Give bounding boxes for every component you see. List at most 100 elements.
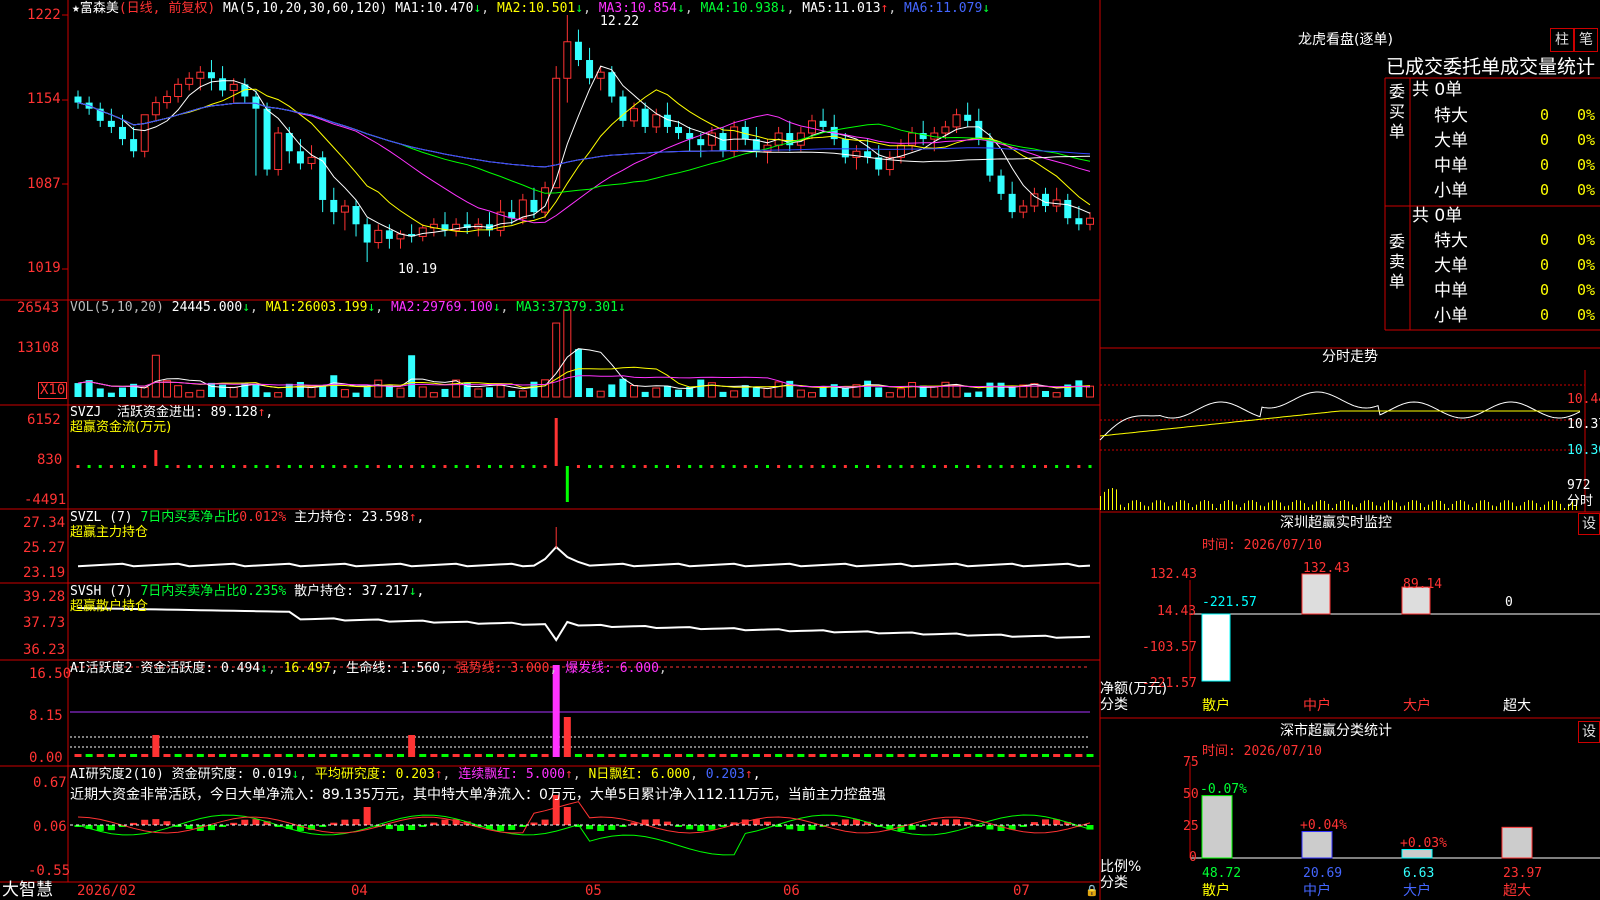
svzl-holding-label: 主力持仓: bbox=[294, 510, 354, 525]
ai1-bar bbox=[586, 754, 594, 757]
sell-row-label: 中单 bbox=[1434, 281, 1468, 301]
fenshi-volume-bar bbox=[1100, 496, 1101, 510]
stat-title: 深市超赢分类统计 bbox=[1280, 723, 1392, 739]
fenshi-volume-bar bbox=[1308, 507, 1309, 510]
ai1-bar bbox=[374, 754, 382, 757]
monitor-category: 超大 bbox=[1503, 698, 1531, 714]
sell-row-label: 大单 bbox=[1434, 256, 1468, 276]
ai2-bar bbox=[408, 825, 416, 831]
fenshi-volume-bar bbox=[1188, 503, 1189, 510]
fenshi-volume-bar bbox=[1388, 500, 1389, 510]
vol-title: VOL(5,10,20) bbox=[70, 300, 164, 315]
stat-bar bbox=[1301, 831, 1333, 859]
x-axis-label: 04 bbox=[351, 883, 368, 899]
ai2-axis-tick: 0.67 bbox=[33, 775, 67, 791]
monitor-axis-tick: -103.57 bbox=[1142, 640, 1197, 655]
svzj-bar bbox=[966, 465, 970, 468]
fenshi-volume-bar bbox=[1364, 500, 1365, 510]
svsh-title: SVSH (7) bbox=[70, 584, 133, 599]
svzj-bar bbox=[699, 465, 703, 468]
ai2-bar bbox=[385, 825, 393, 830]
buy-row-label: 特大 bbox=[1434, 106, 1468, 126]
ai1-bar bbox=[697, 754, 705, 757]
stat-change-label: +0.03% bbox=[1400, 836, 1447, 851]
vol-ma2-label: MA2: bbox=[390, 300, 423, 315]
svzj-bar bbox=[287, 465, 291, 468]
column-view-button[interactable]: 柱 bbox=[1550, 28, 1574, 52]
vol-value: 24445.000 bbox=[171, 300, 243, 315]
candle-body bbox=[252, 96, 260, 109]
ai1-strong-label: 强势线: bbox=[455, 661, 503, 676]
stat-axis-tick: 50 bbox=[1183, 787, 1199, 802]
market-chart-canvas[interactable]: -221.57 132.43 89.14 0 bbox=[0, 0, 1600, 900]
candle-body bbox=[997, 175, 1005, 194]
favorite-star-icon[interactable]: ★ bbox=[72, 1, 80, 16]
ai2-bar bbox=[786, 825, 794, 830]
stat-category: 大户 bbox=[1403, 883, 1431, 899]
fenshi-volume-bar bbox=[1452, 503, 1453, 510]
vol-unit-label[interactable]: X10 bbox=[38, 382, 68, 399]
candle-body bbox=[807, 120, 816, 134]
ai1-value: 0.494 bbox=[220, 661, 261, 676]
cycle-label[interactable]: (日线, 前复权) bbox=[119, 1, 215, 16]
fenshi-price-line bbox=[1099, 391, 1581, 441]
ma5-arrow: ↑ bbox=[880, 1, 889, 16]
volume-bar bbox=[807, 392, 816, 398]
candle-body bbox=[174, 83, 183, 98]
volume-bar bbox=[429, 392, 438, 398]
fenshi-volume-bar bbox=[1128, 503, 1129, 510]
ai1-bar bbox=[497, 754, 505, 757]
tick-view-button[interactable]: 笔 bbox=[1574, 28, 1598, 52]
fenshi-volume-bar bbox=[1176, 501, 1177, 510]
lock-icon[interactable]: 🔒 bbox=[1085, 883, 1099, 898]
svzj-bar bbox=[588, 465, 592, 468]
volume-bar bbox=[474, 388, 483, 398]
volume-bar bbox=[363, 386, 371, 397]
ai1-bar bbox=[319, 754, 327, 757]
fenshi-volume-bar bbox=[1380, 506, 1381, 510]
fenshi-volume-bar bbox=[1492, 505, 1493, 510]
fenshi-volume-bar bbox=[1404, 505, 1405, 510]
ai2-bar bbox=[686, 825, 694, 830]
fenshi-volume-bar bbox=[1204, 500, 1205, 510]
ai2-bar bbox=[986, 825, 994, 830]
fenshi-volume-bar bbox=[1140, 501, 1141, 510]
svzj-bar bbox=[977, 465, 981, 468]
ai1-bar bbox=[652, 754, 660, 757]
high-price-mark: 12.22 bbox=[600, 14, 640, 29]
svzj-bar bbox=[910, 465, 914, 468]
svzl-holding-value: 23.598 bbox=[361, 510, 409, 525]
svzj-bar bbox=[899, 465, 903, 468]
stat-settings-button[interactable]: 设 bbox=[1578, 721, 1600, 743]
fenshi-volume-bar bbox=[1520, 505, 1521, 510]
volume-bar bbox=[1008, 387, 1016, 397]
low-price-mark: 10.19 bbox=[398, 262, 438, 277]
svzj-subtitle: 超赢资金流(万元) bbox=[70, 420, 172, 435]
ai1-bar bbox=[485, 754, 493, 757]
volume-bar bbox=[619, 378, 627, 397]
candle-body bbox=[819, 120, 827, 127]
svzj-bar bbox=[198, 465, 202, 468]
svzj-bar bbox=[365, 465, 369, 468]
ai1-bar bbox=[174, 754, 182, 757]
svzj-bar bbox=[76, 465, 80, 468]
ai2-bar bbox=[586, 825, 594, 830]
svsh-holding-value: 37.217 bbox=[361, 584, 409, 599]
ai1-bar bbox=[1030, 754, 1038, 757]
volume-bar bbox=[552, 322, 561, 398]
ai1-bar bbox=[96, 754, 104, 757]
monitor-settings-button[interactable]: 设 bbox=[1578, 513, 1600, 535]
ai1-bar bbox=[241, 754, 249, 757]
ai2-bar bbox=[608, 825, 616, 830]
ai1-bar bbox=[185, 754, 193, 757]
ai1-bar bbox=[819, 754, 827, 757]
candle-body bbox=[185, 77, 194, 85]
fenshi-volume-bar bbox=[1196, 504, 1197, 510]
fenshi-volume-bar bbox=[1392, 500, 1393, 510]
buy-total: 共 0单 bbox=[1412, 80, 1463, 100]
svzj-bar bbox=[421, 465, 425, 468]
ai1-bar bbox=[953, 754, 961, 757]
candle-body bbox=[196, 71, 205, 79]
ai1-bar bbox=[118, 754, 126, 757]
ai1-bar bbox=[1086, 754, 1094, 757]
